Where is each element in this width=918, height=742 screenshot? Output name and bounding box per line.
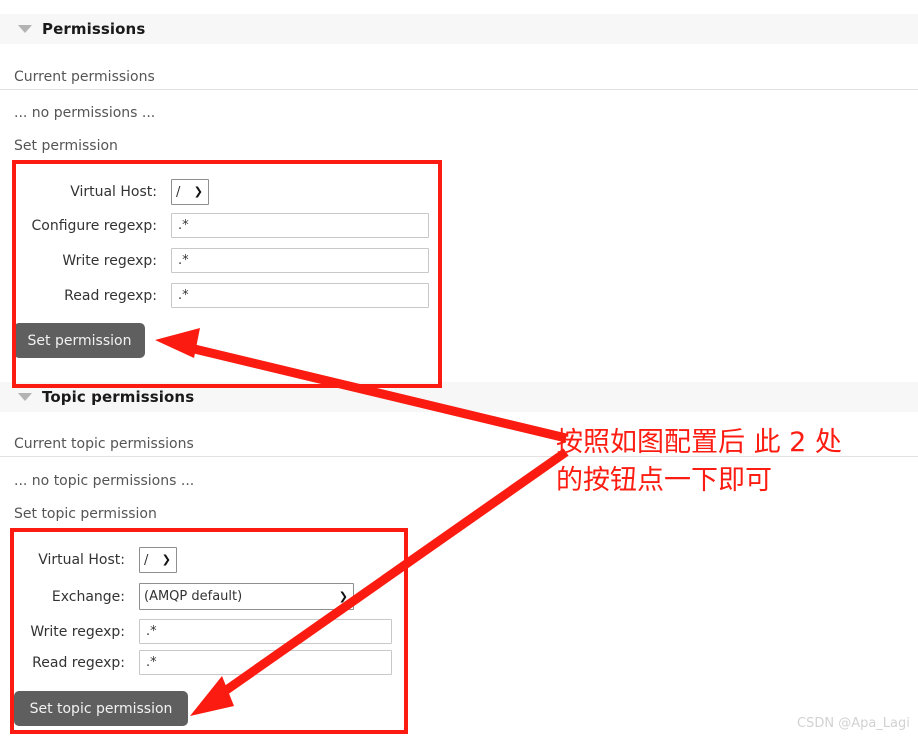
- no-topic-permissions-text: ... no topic permissions ...: [14, 473, 195, 489]
- permissions-configure-regexp-row: Configure regexp:: [14, 213, 434, 238]
- permissions-configure-regexp-input[interactable]: [171, 213, 429, 238]
- csdn-watermark: CSDN @Apa_Lagi: [797, 716, 910, 731]
- topic-permissions-section-header[interactable]: Topic permissions: [0, 382, 918, 412]
- permissions-virtual-host-row: Virtual Host: / ❯: [14, 179, 434, 205]
- topic-exchange-select[interactable]: (AMQP default): [139, 583, 354, 610]
- annotation-line-2: 的按钮点一下即可: [556, 465, 772, 496]
- topic-read-regexp-row: Read regexp:: [14, 650, 404, 675]
- permissions-configure-regexp-label: Configure regexp:: [31, 217, 157, 234]
- permissions-read-regexp-input[interactable]: [171, 283, 429, 308]
- topic-exchange-select-wrap[interactable]: (AMQP default) ❯: [139, 583, 354, 610]
- topic-permissions-section-title: Topic permissions: [42, 388, 195, 406]
- topic-virtual-host-label: Virtual Host:: [38, 552, 125, 568]
- topic-virtual-host-select[interactable]: /: [139, 547, 177, 573]
- set-permission-button[interactable]: Set permission: [14, 323, 145, 358]
- set-topic-permission-button[interactable]: Set topic permission: [14, 691, 188, 726]
- topic-exchange-label: Exchange:: [51, 588, 125, 605]
- annotation-line-1: 按照如图配置后 此 2 处: [556, 427, 842, 458]
- permissions-section-header[interactable]: Permissions: [0, 14, 918, 44]
- topic-read-regexp-label: Read regexp:: [32, 654, 125, 671]
- topic-read-regexp-input[interactable]: [139, 650, 392, 675]
- permissions-write-regexp-input[interactable]: [171, 248, 429, 273]
- triangle-down-icon[interactable]: [18, 25, 32, 33]
- topic-exchange-row: Exchange: (AMQP default) ❯: [14, 583, 404, 610]
- set-topic-permission-label: Set topic permission: [14, 506, 157, 522]
- topic-write-regexp-input[interactable]: [139, 619, 392, 644]
- triangle-down-icon[interactable]: [18, 393, 32, 401]
- set-permission-label: Set permission: [14, 138, 118, 154]
- permissions-write-regexp-row: Write regexp:: [14, 248, 434, 273]
- permissions-section-title: Permissions: [42, 20, 146, 38]
- permissions-virtual-host-select[interactable]: /: [171, 179, 209, 205]
- permissions-read-regexp-row: Read regexp:: [14, 283, 434, 308]
- permissions-read-regexp-label: Read regexp:: [64, 287, 157, 304]
- topic-virtual-host-select-wrap[interactable]: / ❯: [139, 547, 177, 573]
- topic-write-regexp-row: Write regexp:: [14, 619, 404, 644]
- no-permissions-text: ... no permissions ...: [14, 105, 156, 121]
- permissions-write-regexp-label: Write regexp:: [62, 252, 157, 269]
- topic-write-regexp-label: Write regexp:: [30, 623, 125, 640]
- topic-virtual-host-row: Virtual Host: / ❯: [14, 547, 404, 573]
- current-permissions-label: Current permissions: [0, 69, 918, 90]
- permissions-virtual-host-label: Virtual Host:: [70, 184, 157, 200]
- permissions-virtual-host-select-wrap[interactable]: / ❯: [171, 179, 209, 205]
